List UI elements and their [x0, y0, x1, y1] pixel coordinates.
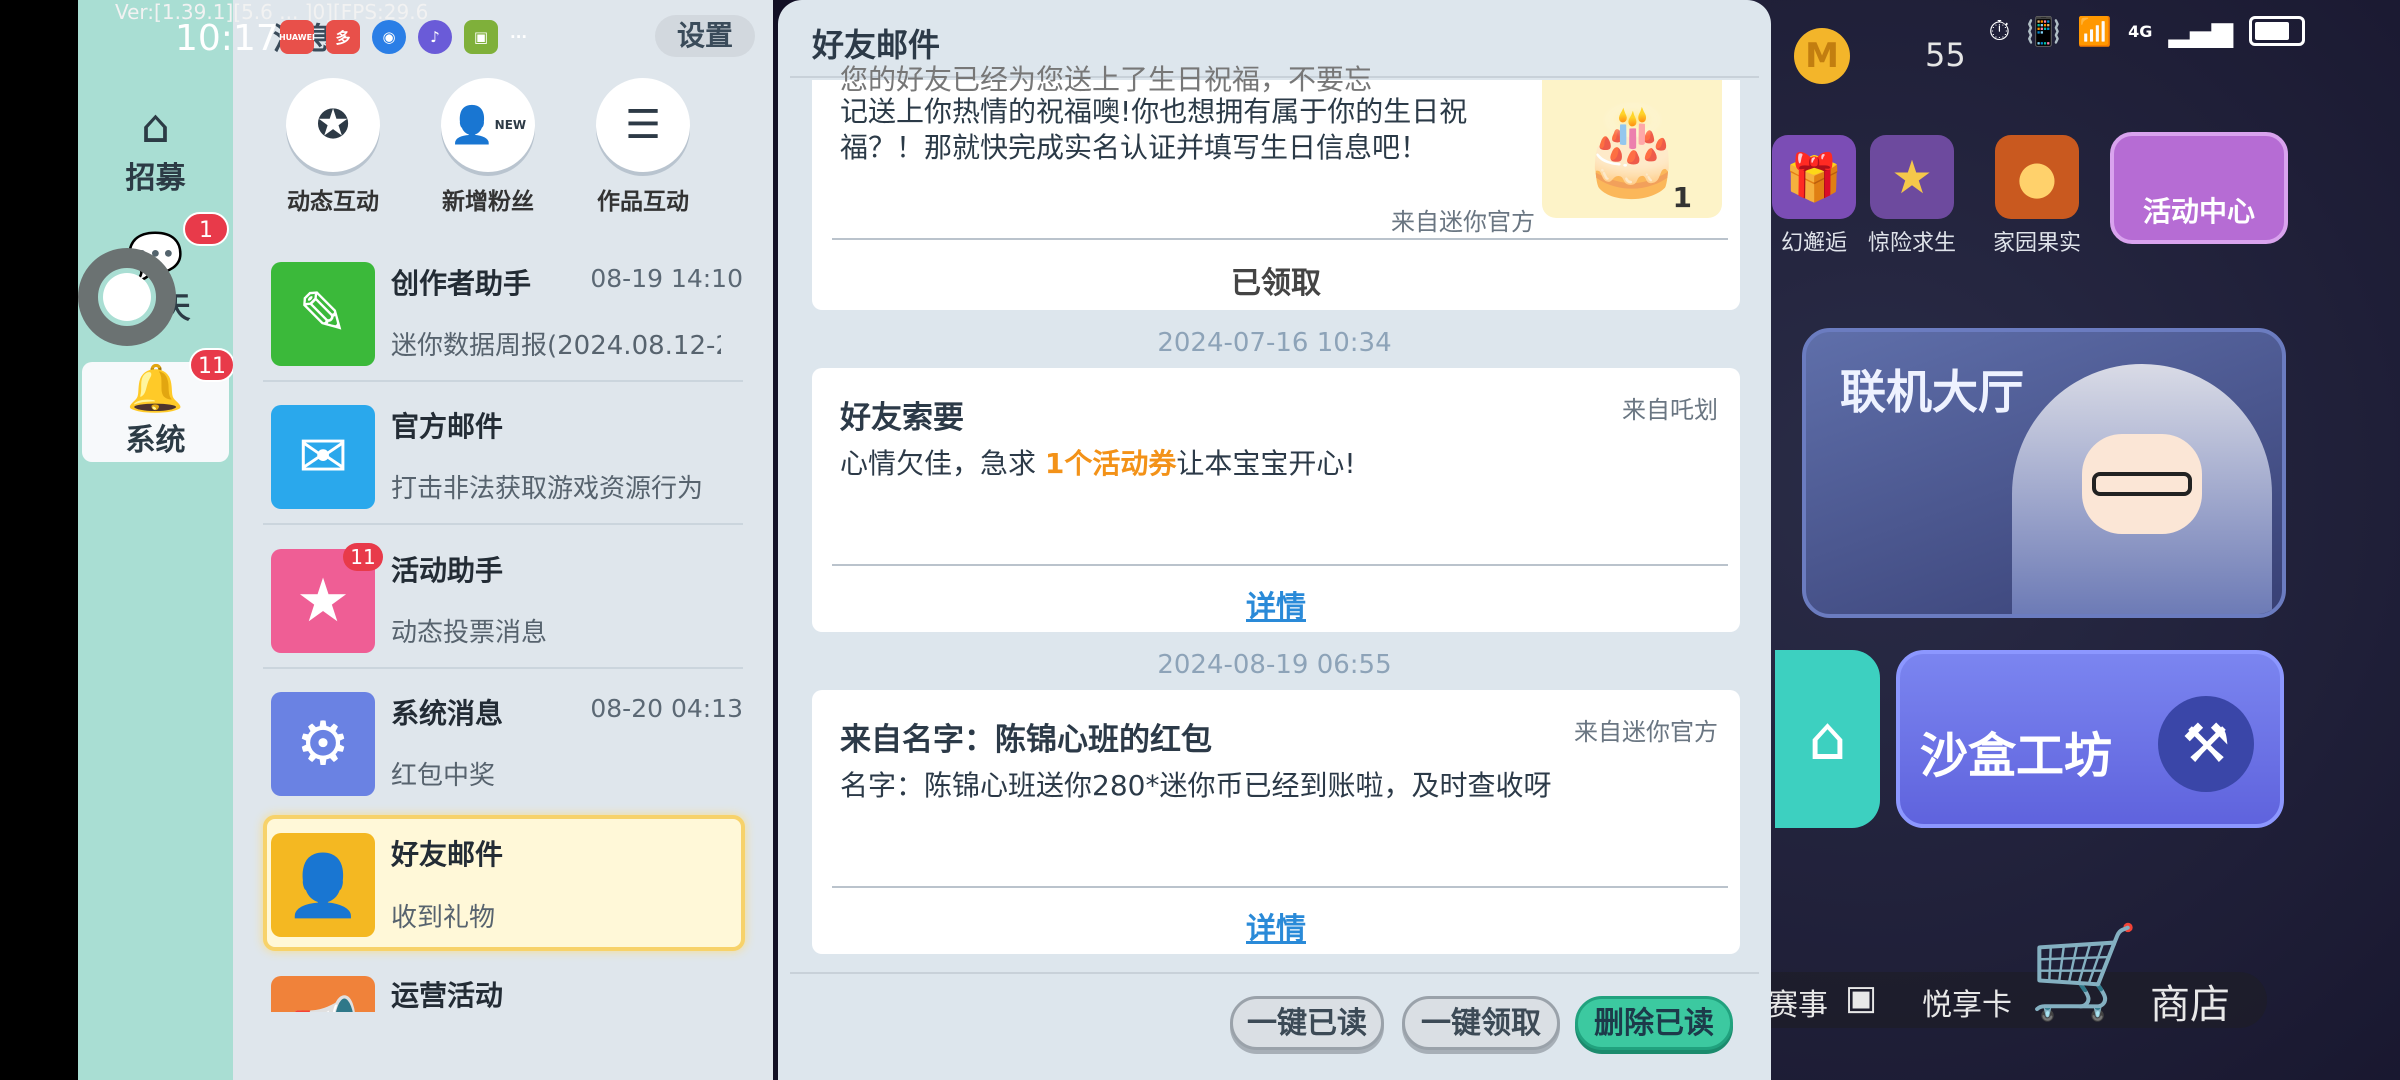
- conversation-official-mail[interactable]: ✉ 官方邮件 打击非法获取游戏资源行为: [233, 383, 773, 525]
- pencil-ruler-icon: ✎: [271, 262, 375, 366]
- envelope-icon: ✉: [271, 405, 375, 509]
- claim-all-button[interactable]: 一键领取: [1402, 996, 1560, 1050]
- treasure-icon: ★: [1870, 135, 1954, 219]
- mark-all-read-button[interactable]: 一键已读: [1230, 996, 1384, 1050]
- birthday-cake-icon[interactable]: 🎂 1: [1542, 80, 1722, 218]
- new-fans-button[interactable]: 👤 NEW 新增粉丝: [438, 78, 538, 216]
- event-center-button[interactable]: 活动中心: [2110, 132, 2288, 244]
- event-badge: 11: [343, 543, 383, 571]
- conversation-friend-mail[interactable]: 👤 好友邮件 收到礼物: [263, 815, 745, 951]
- dynamic-interaction-button[interactable]: ✪ 动态互动: [283, 78, 383, 216]
- notification-icons: HUAWEI 多 ◉ ♪ ▣ ···: [279, 20, 528, 54]
- gear-icon: ⚙: [271, 692, 375, 796]
- signal-icon: ▂▄▆: [2168, 14, 2233, 48]
- app-icon: 多: [326, 20, 360, 54]
- status-bar: Ver:[1.39.1][5.6 ... ]0][FPS:29.6 10:17 …: [0, 0, 2400, 70]
- conversation-operations[interactable]: 📢 运营活动: [233, 960, 773, 1012]
- bell-icon: 🔔: [126, 361, 185, 415]
- mail-body: 心情欠佳，急求 1个活动券让本宝宝开心!: [840, 447, 1356, 480]
- clock: 10:17: [175, 18, 279, 59]
- card-divider: [832, 238, 1728, 240]
- gift-box-icon: 🎁: [1772, 135, 1856, 219]
- shop-label[interactable]: 商店: [2150, 972, 2230, 1030]
- conversation-panel: 消息 设置 ✪ 动态互动 👤NEW 新增粉丝 ☰ 作品互动 ✎ 创作者助手 08…: [233, 0, 773, 1080]
- sandbox-card[interactable]: 沙盒工坊 ⚒: [1896, 650, 2284, 828]
- conversation-creator-assistant[interactable]: ✎ 创作者助手 08-19 14:10 迷你数据周报(2024.08.12-2: [233, 240, 773, 382]
- sandbox-title: 沙盒工坊: [1920, 728, 2113, 784]
- details-link[interactable]: 详情: [812, 582, 1740, 626]
- divider: [263, 523, 743, 525]
- sidebar-item-system[interactable]: 🔔 系统 11: [82, 348, 235, 462]
- event-label[interactable]: 赛事: [1768, 980, 1828, 1024]
- star-chat-icon: ✪: [286, 78, 380, 172]
- message-sidebar: ⌂ 招募 💬 天 1 🔔 系统 11: [78, 0, 235, 1080]
- claimed-status: 已领取: [1231, 266, 1321, 301]
- mail-card-request: 好友索要 来自吒划 心情欠佳，急求 1个活动券让本宝宝开心! 详情: [812, 368, 1740, 632]
- list-icon: ☰: [596, 78, 690, 172]
- battery-icon: [2249, 16, 2305, 46]
- new-fan-icon: 👤 NEW: [441, 78, 535, 172]
- card-icon: ▣: [1845, 978, 1878, 1018]
- character-glasses: [2092, 472, 2192, 496]
- music-icon: ♪: [418, 20, 452, 54]
- megaphone-icon: 📢: [271, 976, 375, 1012]
- event-item-fruit[interactable]: ● 家园果实: [1993, 135, 2081, 257]
- fruit-icon: ●: [1995, 135, 2079, 219]
- card-divider: [832, 886, 1728, 888]
- chat-badge: 1: [183, 212, 229, 246]
- delete-read-button[interactable]: 删除已读: [1575, 996, 1733, 1050]
- game-icon: ▣: [464, 20, 498, 54]
- card-divider: [832, 564, 1728, 566]
- footer-divider: [790, 972, 1759, 974]
- network-type: 4G: [2128, 21, 2153, 41]
- divider: [263, 380, 743, 382]
- hammer-icon: ⚒: [2158, 696, 2254, 792]
- screen-edge: [0, 0, 78, 1080]
- mail-date: 2024-08-19 06:55: [1157, 650, 1392, 680]
- wifi-icon: 📶: [2077, 14, 2113, 48]
- speed-icon: ⏱: [1988, 14, 2011, 47]
- home-icon[interactable]: ⌂: [1775, 650, 1880, 828]
- work-interaction-button[interactable]: ☰ 作品互动: [593, 78, 693, 216]
- details-link[interactable]: 详情: [812, 904, 1740, 948]
- divider: [263, 667, 743, 669]
- mail-source: 来自迷你官方: [1391, 208, 1535, 236]
- vip-card-label[interactable]: 悦享卡: [1922, 980, 2012, 1024]
- interaction-buttons: ✪ 动态互动 👤 NEW 新增粉丝 ☰ 作品互动: [283, 78, 693, 216]
- conversation-event-assistant[interactable]: ★ 11 活动助手 动态投票消息: [233, 527, 773, 669]
- huawei-icon: HUAWEI: [279, 20, 315, 54]
- conversation-system-messages[interactable]: ⚙ 系统消息 08-20 04:13 红包中奖: [233, 670, 773, 812]
- mail-card-red-packet: 来自名字：陈锦心班的红包 来自迷你官方 名字：陈锦心班送你280*迷你币已经到账…: [812, 690, 1740, 954]
- lobby-title: 联机大厅: [1840, 365, 2024, 419]
- character-illustration: [2012, 364, 2272, 614]
- floating-assistant-dot[interactable]: [103, 273, 151, 321]
- friend-mail-icon: 👤: [271, 833, 375, 937]
- sidebar-item-recruit[interactable]: ⌂ 招募: [82, 100, 229, 200]
- system-icons: ⏱ 📳 📶 4G ▂▄▆: [1989, 14, 2305, 48]
- friend-mail-panel: 好友邮件 您的好友已经为您送上了生日祝福，不要忘 记送上你热情的祝福噢!你也想拥…: [778, 0, 1771, 1080]
- cart-icon[interactable]: 🛒: [2028, 920, 2140, 1025]
- mail-body: 名字：陈锦心班送你280*迷你币已经到账啦，及时查收呀: [840, 769, 1552, 802]
- mail-date: 2024-07-16 10:34: [1157, 328, 1392, 358]
- event-item-survival[interactable]: ★ 惊险求生: [1868, 135, 1956, 257]
- lobby-card[interactable]: 联机大厅: [1802, 328, 2286, 618]
- system-badge: 11: [189, 348, 235, 382]
- vibrate-icon: 📳: [2026, 14, 2062, 48]
- birthday-mail-card: 您的好友已经为您送上了生日祝福，不要忘 记送上你热情的祝福噢!你也想拥有属于你的…: [812, 63, 1740, 310]
- house-icon: ⌂: [140, 99, 171, 153]
- event-item-encounter[interactable]: 🎁 幻邂逅: [1772, 135, 1856, 257]
- browser-icon: ◉: [372, 20, 406, 54]
- more-icon: ···: [510, 28, 528, 46]
